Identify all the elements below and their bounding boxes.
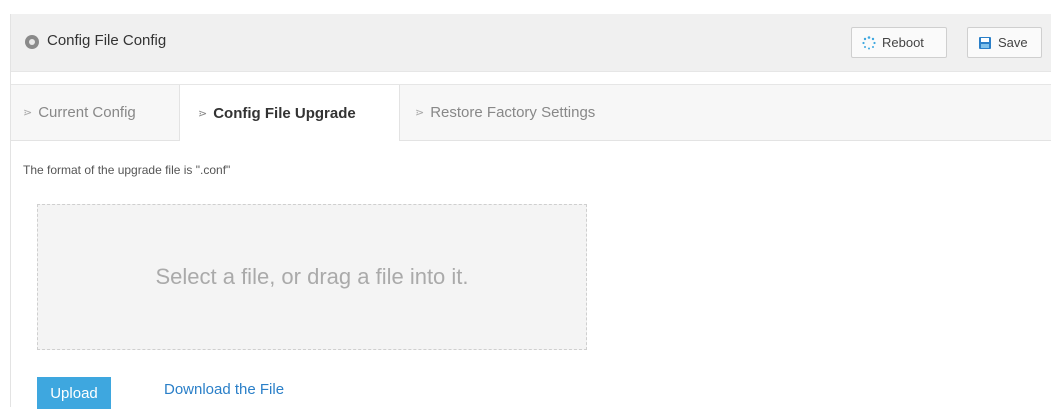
reboot-button[interactable]: Reboot (851, 27, 947, 58)
download-file-link[interactable]: Download the File (164, 381, 284, 398)
page-title: Config File Config (47, 32, 167, 49)
spinner-icon (862, 35, 876, 49)
upload-button[interactable]: Upload (37, 377, 111, 409)
config-panel: Config File Config Reboot Save ⋗ Current… (10, 14, 1051, 409)
format-hint: The format of the upgrade file is ".conf… (23, 163, 231, 177)
reboot-label: Reboot (882, 35, 924, 50)
save-button[interactable]: Save (967, 27, 1042, 58)
chevron-right-icon: ⋗ (198, 107, 208, 120)
tab-restore-factory-settings[interactable]: ⋗ Restore Factory Settings (415, 85, 595, 140)
tab-label: Restore Factory Settings (430, 104, 596, 121)
chevron-right-icon: ⋗ (23, 107, 33, 119)
tab-label: Config File Upgrade (213, 104, 356, 122)
chevron-right-icon: ⋗ (415, 107, 425, 119)
file-dropzone[interactable]: Select a file, or drag a file into it. (37, 204, 587, 350)
tab-label: Current Config (38, 104, 136, 121)
dropzone-text: Select a file, or drag a file into it. (155, 264, 469, 289)
panel-header: Config File Config Reboot Save (11, 14, 1051, 72)
tab-current-config[interactable]: ⋗ Current Config (23, 85, 136, 140)
location-pin-icon (25, 35, 39, 49)
tab-config-file-upgrade[interactable]: ⋗ Config File Upgrade (179, 85, 400, 141)
save-label: Save (998, 35, 1028, 50)
floppy-disk-icon (979, 36, 991, 49)
tab-bar: ⋗ Current Config ⋗ Config File Upgrade ⋗… (11, 84, 1051, 141)
